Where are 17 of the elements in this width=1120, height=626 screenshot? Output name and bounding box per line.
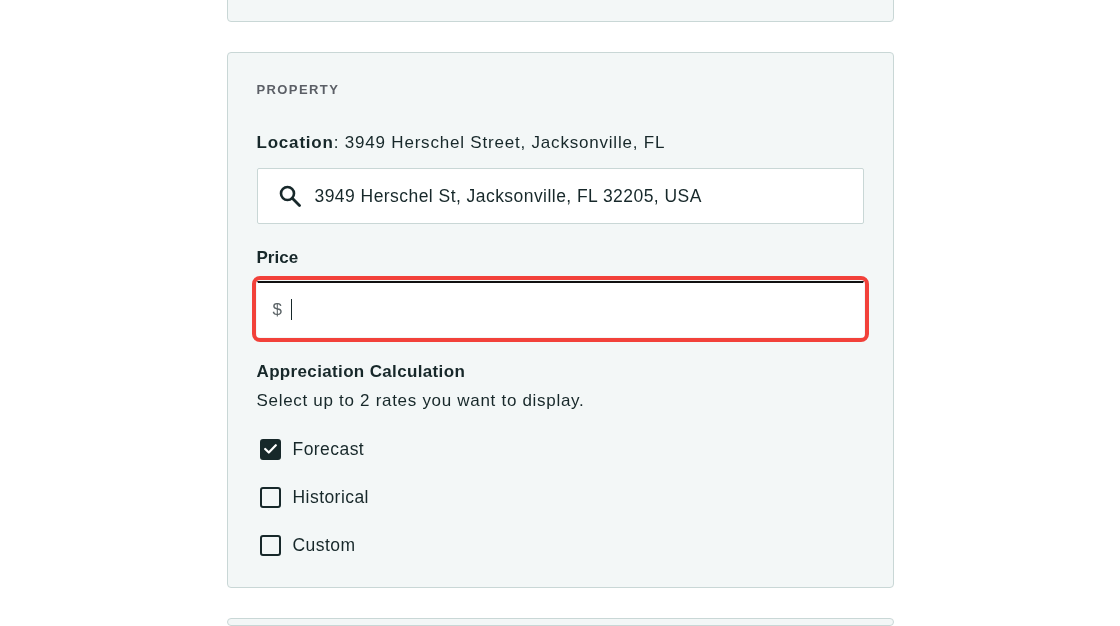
price-field[interactable]: $ <box>256 281 864 337</box>
checkbox-label: Custom <box>292 534 356 556</box>
field-label: Price <box>256 247 300 269</box>
search-icon <box>278 185 301 207</box>
text-cursor-icon <box>290 299 293 320</box>
currency-prefix: $ <box>272 299 282 320</box>
location-text: Location: 3949 Herschel Street, Jacksonville, FL <box>256 132 667 154</box>
section-title: Appreciation Calculation <box>256 361 467 383</box>
search-field[interactable]: 3949 Herschel St, Jacksonville, FL 32205, USA <box>256 168 864 224</box>
checkbox[interactable] <box>259 438 281 460</box>
hint-text: Select up to 2 rates you want to display. <box>256 390 586 412</box>
checkbox-label: Historical <box>292 486 369 508</box>
section-heading: PROPERTY <box>256 82 341 98</box>
check-icon <box>263 444 277 454</box>
checkbox[interactable] <box>259 534 281 556</box>
checkbox[interactable] <box>259 486 281 508</box>
checkbox-label: Forecast <box>292 438 365 460</box>
